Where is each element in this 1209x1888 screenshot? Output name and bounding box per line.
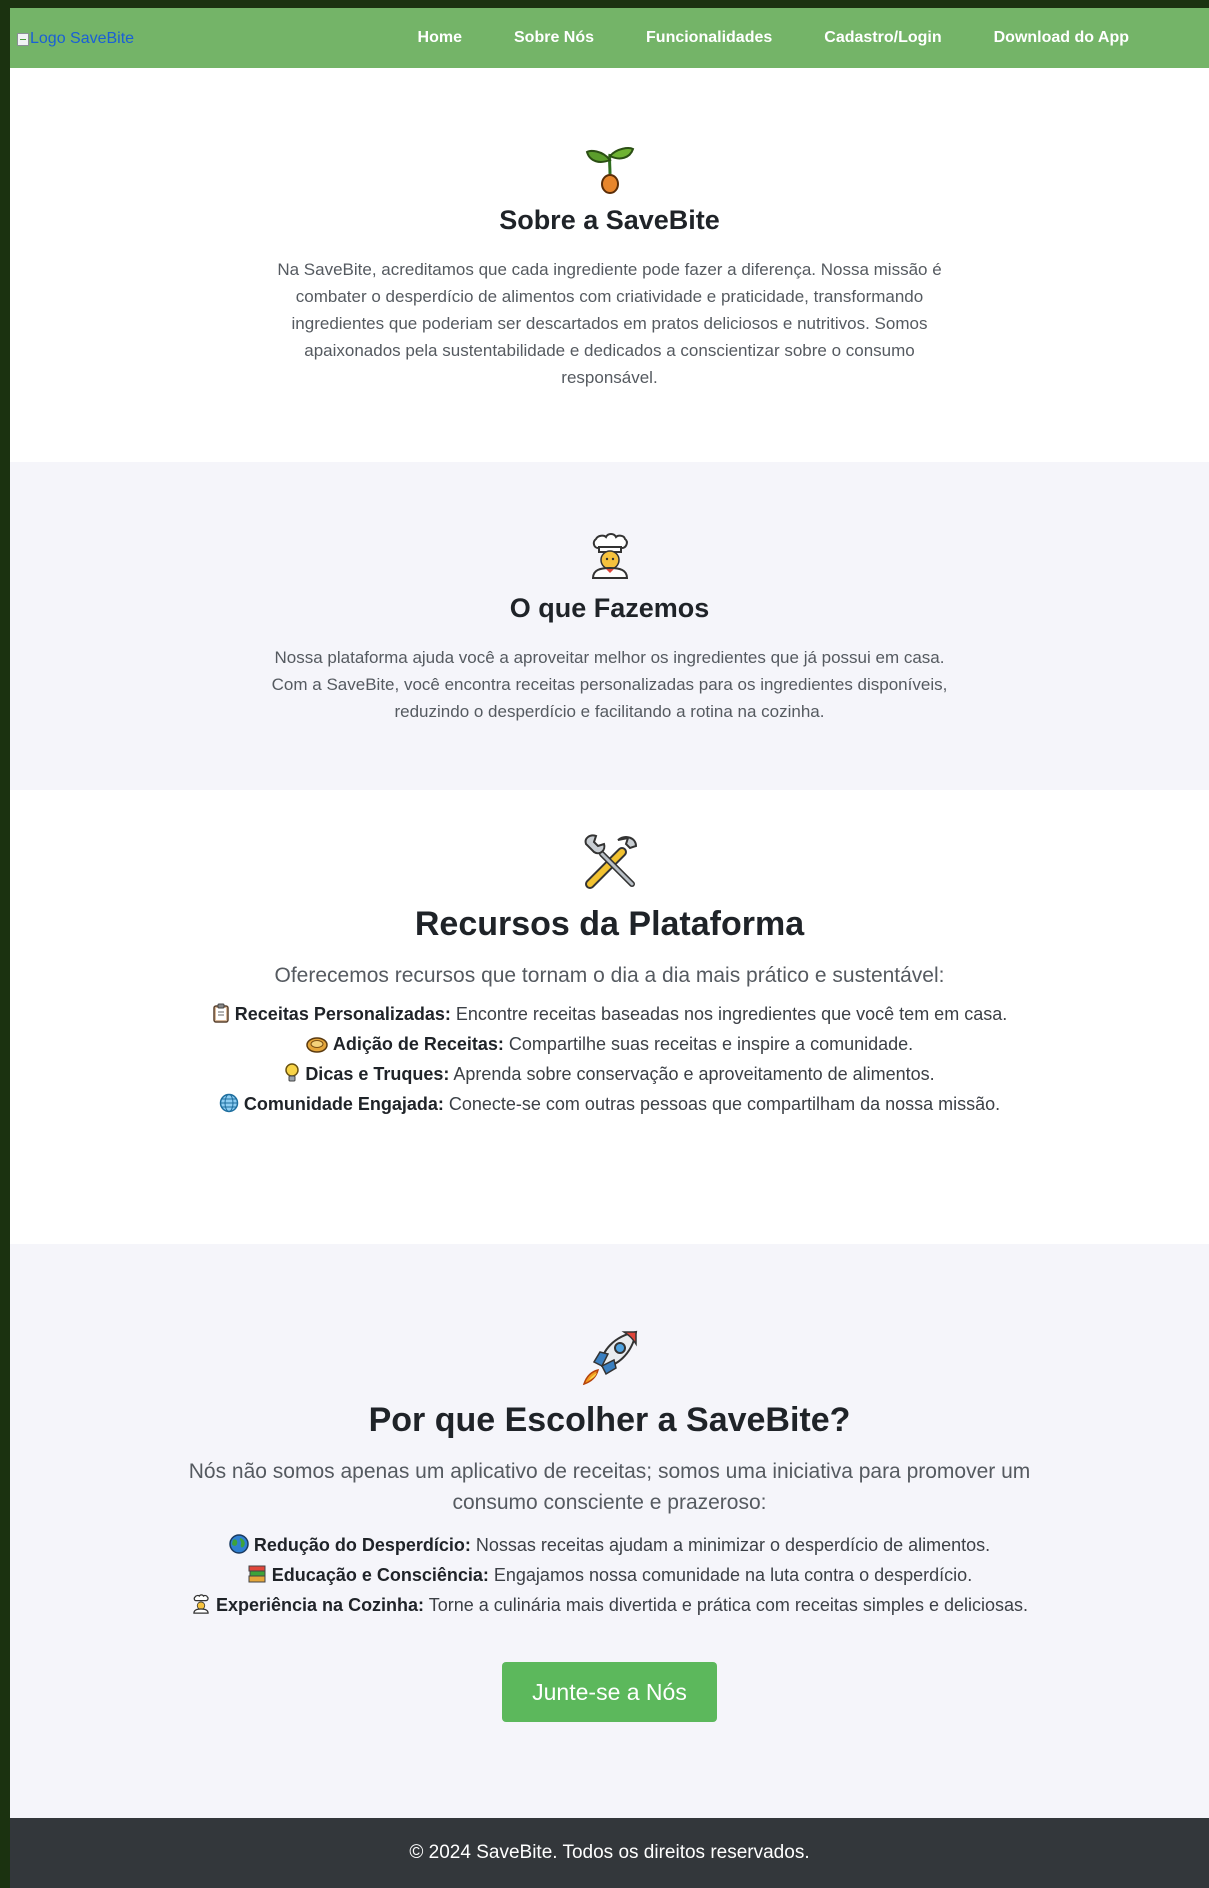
what-title: O que Fazemos [509, 593, 710, 623]
join-us-button[interactable]: Junte-se a Nós [502, 1662, 717, 1722]
nav-links: Home Sobre Nós Funcionalidades Cadastro/… [418, 8, 1129, 68]
features-section: Recursos da Plataforma Oferecemos recurs… [10, 790, 1209, 1244]
features-list: Receitas Personalizadas: Encontre receit… [10, 999, 1209, 1119]
list-item: Educação e Consciência: Engajamos nossa … [10, 1560, 1209, 1590]
list-item: Receitas Personalizadas: Encontre receit… [10, 999, 1209, 1029]
logo-link[interactable]: Logo SaveBite [17, 30, 134, 48]
why-title: Por que Escolher a SaveBite? [368, 1401, 851, 1439]
why-list: Redução do Desperdício: Nossas receitas … [10, 1530, 1209, 1620]
navbar: Logo SaveBite Home Sobre Nós Funcionalid… [10, 8, 1209, 68]
tools-icon [584, 834, 637, 889]
features-intro: Oferecemos recursos que tornam o dia a d… [274, 964, 945, 987]
nav-link-home[interactable]: Home [418, 29, 462, 47]
pie-icon [306, 1037, 328, 1053]
rocket-icon [582, 1330, 637, 1386]
list-item: Experiência na Cozinha: Torne a culinári… [10, 1590, 1209, 1620]
page: Logo SaveBite Home Sobre Nós Funcionalid… [10, 8, 1209, 1888]
what-section: O que Fazemos Nossa plataforma ajuda voc… [10, 462, 1209, 790]
what-text: Nossa plataforma ajuda você a aproveitar… [271, 648, 948, 721]
globe-icon [219, 1093, 239, 1113]
footer-copyright: © 2024 SaveBite. Todos os direitos reser… [409, 1842, 810, 1863]
earth-icon [229, 1534, 249, 1554]
logo-alt-text: Logo SaveBite [30, 30, 135, 47]
why-section: Por que Escolher a SaveBite? Nós não som… [10, 1244, 1209, 1818]
list-item: Dicas e Truques: Aprenda sobre conservaç… [10, 1059, 1209, 1089]
nav-link-download-app[interactable]: Download do App [994, 29, 1129, 47]
about-section: Sobre a SaveBite Na SaveBite, acreditamo… [10, 68, 1209, 462]
chef-icon [591, 533, 628, 579]
seedling-icon [585, 147, 634, 194]
chef-icon [193, 1594, 209, 1614]
about-title: Sobre a SaveBite [499, 205, 720, 235]
nav-link-funcionalidades[interactable]: Funcionalidades [646, 29, 772, 47]
why-intro: Nós não somos apenas um aplicativo de re… [188, 1460, 1031, 1514]
books-icon [248, 1565, 266, 1583]
list-item: Redução do Desperdício: Nossas receitas … [10, 1530, 1209, 1560]
list-item: Adição de Receitas: Compartilhe suas rec… [10, 1029, 1209, 1059]
nav-link-sobre-nos[interactable]: Sobre Nós [514, 29, 594, 47]
about-text: Na SaveBite, acreditamos que cada ingred… [277, 260, 942, 387]
broken-image-icon [17, 32, 29, 46]
lightbulb-icon [285, 1063, 300, 1082]
footer: © 2024 SaveBite. Todos os direitos reser… [10, 1818, 1209, 1888]
features-title: Recursos da Plataforma [414, 905, 805, 943]
clipboard-icon [213, 1003, 229, 1023]
nav-link-cadastro-login[interactable]: Cadastro/Login [824, 29, 941, 47]
list-item: Comunidade Engajada: Conecte-se com outr… [10, 1089, 1209, 1119]
